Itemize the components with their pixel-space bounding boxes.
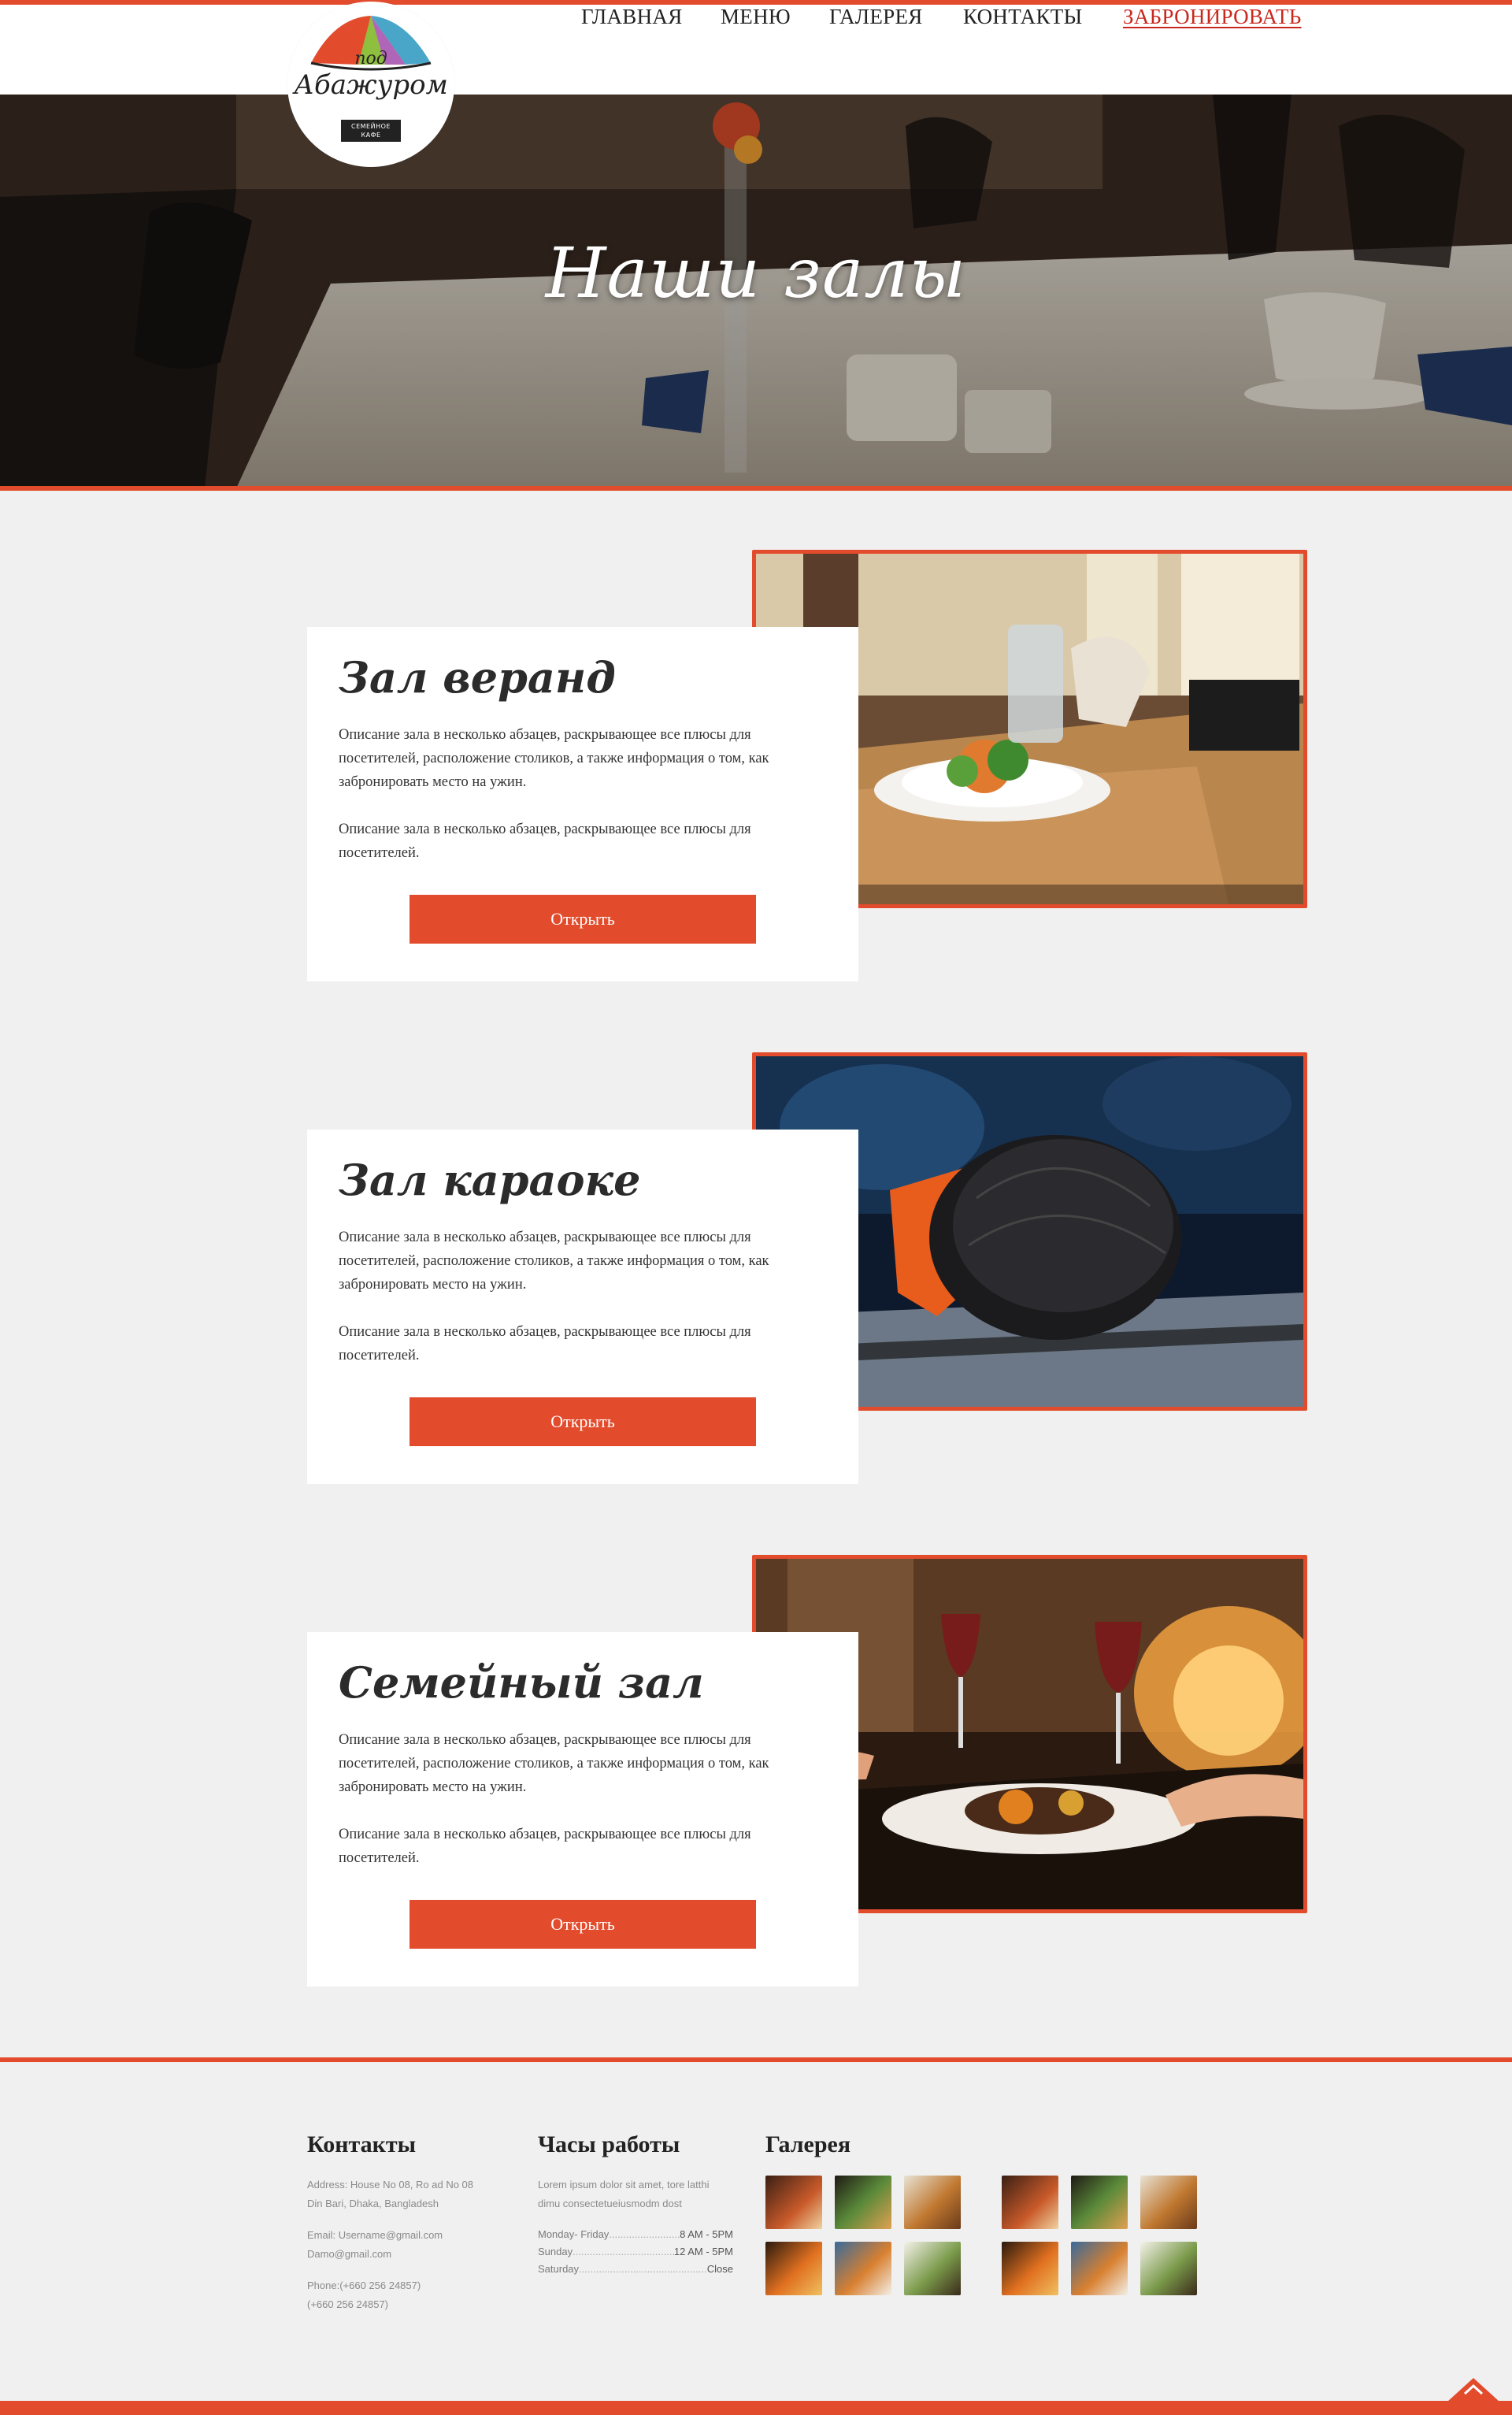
hours-day: Monday- Friday bbox=[538, 2228, 610, 2240]
open-hall-button[interactable]: Открыть bbox=[410, 1900, 756, 1949]
gallery-thumb[interactable] bbox=[1140, 2176, 1197, 2229]
open-hall-button[interactable]: Открыть bbox=[410, 1397, 756, 1446]
footer-contacts: Контакты Address: House No 08, Ro ad No … bbox=[307, 2131, 504, 2314]
nav-book[interactable]: ЗАБРОНИРОВАТЬ bbox=[1123, 5, 1302, 29]
site-footer: Контакты Address: House No 08, Ro ad No … bbox=[0, 2062, 1512, 2401]
open-hall-button[interactable]: Открыть bbox=[410, 895, 756, 944]
footer-email-2[interactable]: Damo@gmail.com bbox=[307, 2245, 504, 2264]
hall-section-karaoke: Зал караоке Описание зала в несколько аб… bbox=[0, 1052, 1512, 1556]
gallery-thumb[interactable] bbox=[1071, 2242, 1128, 2295]
hero-accent-bar bbox=[0, 486, 1512, 491]
gallery-thumb[interactable] bbox=[835, 2176, 891, 2229]
hall-section-family: Семейный зал Описание зала в несколько а… bbox=[0, 1555, 1512, 2059]
chevron-up-icon bbox=[1447, 2378, 1499, 2402]
nav-contacts[interactable]: КОНТАКТЫ bbox=[963, 5, 1082, 29]
footer-bottom-bar bbox=[0, 2401, 1512, 2415]
footer-phone-1[interactable]: Phone:(+660 256 24857) bbox=[307, 2276, 504, 2295]
nav-menu[interactable]: МЕНЮ bbox=[721, 5, 791, 29]
hours-row: Saturday ...............................… bbox=[538, 2261, 733, 2278]
logo-sub-2: КАФЕ bbox=[361, 132, 381, 139]
footer-gallery-title: Галерея bbox=[765, 2131, 851, 2157]
gallery-thumb[interactable] bbox=[1002, 2242, 1058, 2295]
hall-title: Зал веранд bbox=[339, 652, 616, 703]
hall-card: Семейный зал Описание зала в несколько а… bbox=[307, 1632, 858, 1987]
hall-card: Зал караоке Описание зала в несколько аб… bbox=[307, 1130, 858, 1484]
footer-hours-title: Часы работы bbox=[538, 2131, 680, 2157]
gallery-thumb[interactable] bbox=[1140, 2242, 1197, 2295]
hall-description-2: Описание зала в несколько абзацев, раскр… bbox=[339, 822, 751, 861]
hours-row: Sunday .................................… bbox=[538, 2243, 733, 2261]
hours-day: Sunday bbox=[538, 2246, 573, 2257]
nav-gallery[interactable]: ГАЛЕРЕЯ bbox=[829, 5, 923, 29]
hall-title: Зал караоке bbox=[339, 1155, 641, 1205]
gallery-thumb[interactable] bbox=[765, 2176, 822, 2229]
logo-sub-1: СЕМЕЙНОЕ bbox=[351, 123, 391, 130]
hours-time: Close bbox=[706, 2263, 733, 2275]
nav-home[interactable]: ГЛАВНАЯ bbox=[581, 5, 683, 29]
hall-description-1: Описание зала в несколько абзацев, раскр… bbox=[339, 1732, 769, 1795]
site-header: ГЛАВНАЯ МЕНЮ ГАЛЕРЕЯ КОНТАКТЫ ЗАБРОНИРОВ… bbox=[0, 5, 1512, 95]
gallery-thumb[interactable] bbox=[904, 2176, 961, 2229]
footer-gallery: Галерея bbox=[765, 2131, 1254, 2295]
footer-hours-intro-2: dimu consectetueiusmodm dost bbox=[538, 2198, 682, 2209]
hall-description-1: Описание зала в несколько абзацев, раскр… bbox=[339, 1230, 769, 1293]
gallery-thumb[interactable] bbox=[765, 2242, 822, 2295]
footer-phone-2[interactable]: (+660 256 24857) bbox=[307, 2295, 504, 2314]
hall-section-veranda: Зал веранд Описание зала в несколько абз… bbox=[0, 550, 1512, 1054]
hall-description-2: Описание зала в несколько абзацев, раскр… bbox=[339, 1827, 751, 1866]
footer-address-1: Address: House No 08, Ro ad No 08 bbox=[307, 2179, 474, 2191]
gallery-thumb[interactable] bbox=[1071, 2176, 1128, 2229]
logo-line-2: Абажуром bbox=[294, 69, 448, 101]
footer-contacts-title: Контакты bbox=[307, 2131, 417, 2157]
gallery-grid-left bbox=[765, 2176, 961, 2295]
hero-title: Наши залы bbox=[545, 232, 967, 313]
scroll-to-top-button[interactable] bbox=[1447, 2375, 1499, 2402]
hall-title: Семейный зал bbox=[339, 1657, 704, 1708]
hall-description-1: Описание зала в несколько абзацев, раскр… bbox=[339, 727, 769, 790]
hero-banner: Наши залы bbox=[0, 95, 1512, 488]
site-logo[interactable]: под Абажуром СЕМЕЙНОЕ КАФЕ bbox=[287, 2, 454, 167]
logo-badge: СЕМЕЙНОЕ КАФЕ bbox=[341, 120, 401, 142]
gallery-grid-right bbox=[1002, 2176, 1197, 2295]
gallery-thumb[interactable] bbox=[904, 2242, 961, 2295]
hall-card: Зал веранд Описание зала в несколько абз… bbox=[307, 627, 858, 981]
footer-hours-intro-1: Lorem ipsum dolor sit amet, tore latthi bbox=[538, 2179, 710, 2191]
footer-address-2: Din Bari, Dhaka, Bangladesh bbox=[307, 2198, 439, 2209]
logo-line-1: под bbox=[354, 49, 387, 69]
gallery-thumb[interactable] bbox=[1002, 2176, 1058, 2229]
hours-time: 12 AM - 5PM bbox=[673, 2246, 733, 2257]
hours-row: Monday- Friday .........................… bbox=[538, 2226, 733, 2243]
footer-hours: Часы работы Lorem ipsum dolor sit amet, … bbox=[538, 2131, 750, 2278]
hall-description-2: Описание зала в несколько абзацев, раскр… bbox=[339, 1324, 751, 1363]
footer-email-1[interactable]: Email: Username@gmail.com bbox=[307, 2226, 504, 2245]
gallery-thumb[interactable] bbox=[835, 2242, 891, 2295]
hours-time: 8 AM - 5PM bbox=[680, 2228, 733, 2240]
hours-day: Saturday bbox=[538, 2263, 580, 2275]
